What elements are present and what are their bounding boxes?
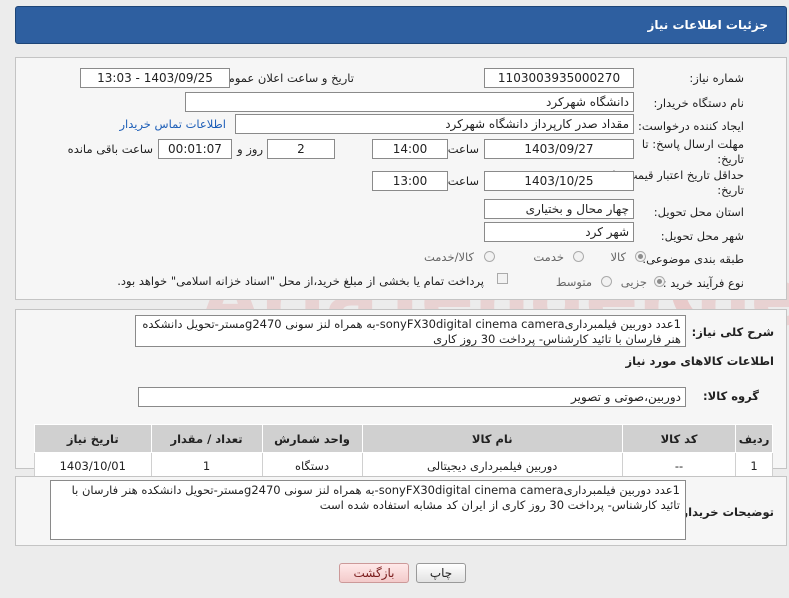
process-label: نوع فرآیند خرید : bbox=[662, 276, 744, 290]
treasury-payment-note: پرداخت تمام یا بخشی از مبلغ خرید،از محل … bbox=[117, 274, 484, 288]
validity-time-label: ساعت bbox=[447, 174, 479, 188]
category-option-service: خدمت bbox=[533, 250, 564, 264]
goods-table-header: ردیف کد کالا نام کالا واحد شمارش تعداد /… bbox=[34, 424, 773, 453]
creator-field[interactable]: مقداد صدر کارپرداز دانشگاه شهرکرد bbox=[235, 114, 634, 134]
buyer-contact-link[interactable]: اطلاعات تماس خریدار bbox=[119, 117, 226, 131]
col-row: ردیف bbox=[735, 424, 773, 453]
cell-date: 1403/10/01 bbox=[34, 452, 152, 479]
deadline-label: مهلت ارسال پاسخ: تا bbox=[641, 137, 744, 151]
process-option-medium: متوسط bbox=[555, 275, 592, 289]
deadline-date-field[interactable]: 1403/09/27 bbox=[484, 139, 634, 159]
buyer-notes-text: 1عدد دوربین فیلمبرداریsonyFX30digital ci… bbox=[71, 483, 680, 512]
cell-name: دوربین فیلمبرداری دیجیتالی bbox=[361, 452, 623, 479]
deadline-label-date: تاریخ: bbox=[717, 152, 744, 166]
col-code: کد کالا bbox=[621, 424, 737, 453]
need-number-field[interactable]: 1103003935000270 bbox=[484, 68, 634, 88]
cell-row: 1 bbox=[735, 452, 773, 479]
validity-date-field[interactable]: 1403/10/25 bbox=[484, 171, 634, 191]
cell-code: -- bbox=[621, 452, 737, 479]
remaining-label: ساعت باقی مانده bbox=[67, 142, 153, 156]
validity-time-field[interactable]: 13:00 bbox=[372, 171, 448, 191]
goods-group-label: گروه کالا: bbox=[703, 389, 759, 403]
process-radio-minor[interactable] bbox=[654, 276, 665, 287]
deadline-time-field[interactable]: 14:00 bbox=[372, 139, 448, 159]
process-radio-medium[interactable] bbox=[601, 276, 612, 287]
goods-group-field[interactable]: دوربین،صوتی و تصویر bbox=[138, 387, 686, 407]
description-label: شرح کلی نیاز: bbox=[691, 325, 774, 339]
col-name: نام کالا bbox=[361, 424, 623, 453]
validity-label-date: تاریخ: bbox=[717, 183, 744, 197]
category-radio-service[interactable] bbox=[573, 251, 584, 262]
col-qty: تعداد / مقدار bbox=[150, 424, 263, 453]
description-field[interactable]: 1عدد دوربین فیلمبرداریsonyFX30digital ci… bbox=[135, 315, 686, 347]
province-field[interactable]: چهار محال و بختیاری bbox=[484, 199, 634, 219]
process-option-minor: جزیی bbox=[620, 275, 647, 289]
category-label: طبقه بندی موضوعی: bbox=[642, 252, 744, 266]
announce-field[interactable]: 1403/09/25 - 13:03 bbox=[80, 68, 230, 88]
treasury-payment-checkbox[interactable] bbox=[497, 273, 508, 284]
city-label: شهر محل تحویل: bbox=[660, 229, 744, 243]
buyer-notes-field[interactable]: 1عدد دوربین فیلمبرداریsonyFX30digital ci… bbox=[50, 480, 686, 540]
buyer-org-field[interactable]: دانشگاه شهرکرد bbox=[185, 92, 634, 112]
remaining-time-field[interactable]: 00:01:07 bbox=[158, 139, 232, 159]
print-button[interactable]: چاپ bbox=[416, 563, 466, 583]
col-unit: واحد شمارش bbox=[261, 424, 363, 453]
goods-section-title: اطلاعات کالاهای مورد نیاز bbox=[625, 354, 774, 368]
buyer-org-label: نام دستگاه خریدار: bbox=[653, 96, 744, 110]
category-radio-goods-service[interactable] bbox=[484, 251, 495, 262]
back-button[interactable]: بازگشت bbox=[339, 563, 409, 583]
buyer-notes-label: توضیحات خریدار: bbox=[676, 505, 774, 519]
description-text: 1عدد دوربین فیلمبرداریsonyFX30digital ci… bbox=[142, 317, 681, 346]
page-title: جزئیات اطلاعات نیاز bbox=[647, 18, 768, 32]
announce-label: تاریخ و ساعت اعلان عمومی: bbox=[215, 71, 354, 85]
category-radio-goods[interactable] bbox=[635, 251, 646, 262]
cell-unit: دستگاه bbox=[261, 452, 363, 479]
province-label: استان محل تحویل: bbox=[653, 205, 744, 219]
table-row[interactable]: 1 -- دوربین فیلمبرداری دیجیتالی دستگاه 1… bbox=[34, 452, 773, 479]
cell-qty: 1 bbox=[150, 452, 263, 479]
page-header: جزئیات اطلاعات نیاز bbox=[15, 6, 787, 44]
category-option-goods-service: کالا/خدمت bbox=[423, 250, 474, 264]
col-date: تاریخ نیاز bbox=[34, 424, 152, 453]
deadline-time-label: ساعت bbox=[447, 142, 479, 156]
goods-table: ردیف کد کالا نام کالا واحد شمارش تعداد /… bbox=[34, 424, 773, 479]
need-number-label: شماره نیاز: bbox=[689, 71, 744, 85]
days-label: روز و bbox=[237, 142, 263, 156]
category-option-goods: کالا bbox=[610, 250, 626, 264]
city-field[interactable]: شهر کرد bbox=[484, 222, 634, 242]
creator-label: ایجاد کننده درخواست: bbox=[638, 119, 744, 133]
days-remaining-field[interactable]: 2 bbox=[267, 139, 335, 159]
